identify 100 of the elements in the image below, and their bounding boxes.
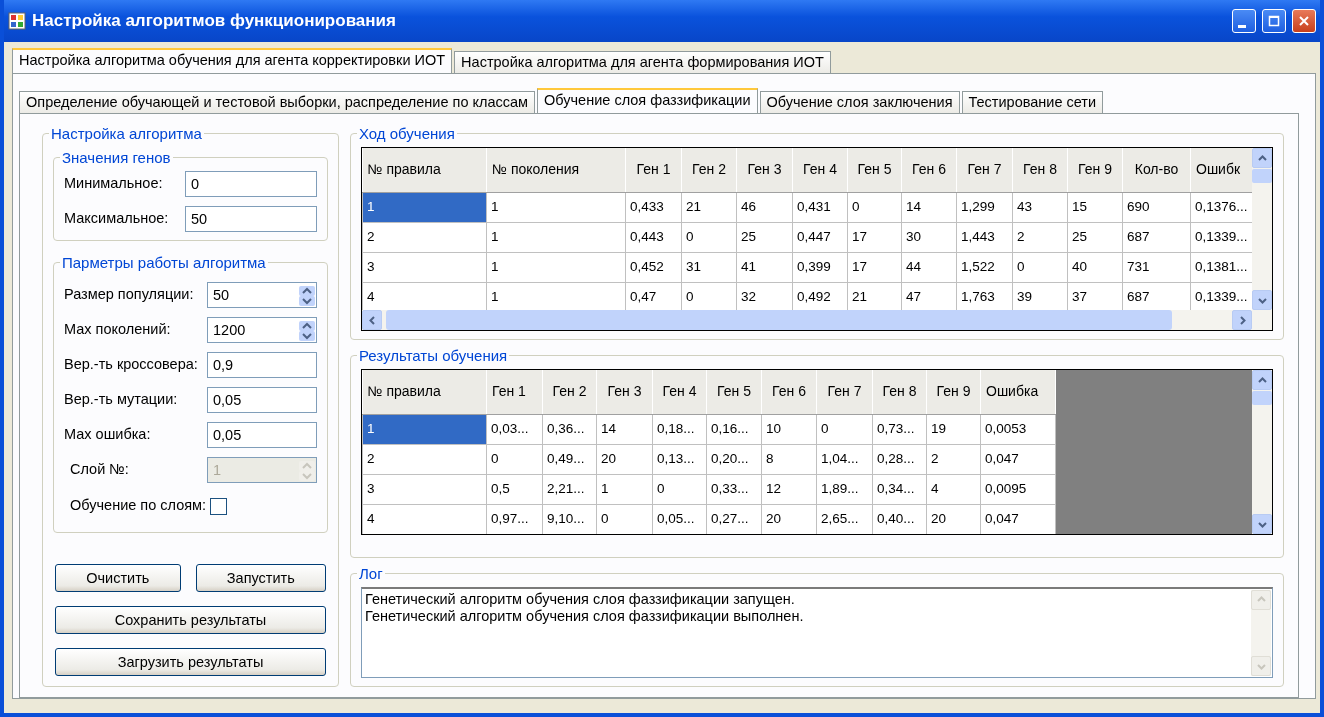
input-field[interactable]: 0,05 (207, 387, 317, 414)
close-button[interactable] (1292, 9, 1316, 33)
table-cell: 0,16... (706, 414, 762, 444)
table-cell: 44 (901, 252, 957, 282)
table-cell: 4 (926, 474, 981, 504)
action-button[interactable]: Очистить (55, 564, 181, 592)
table-cell: 0,431 (792, 192, 848, 222)
column-header: Ген 1 (486, 370, 543, 414)
table-cell: 0,36... (542, 414, 597, 444)
table-cell: 0,0095 (980, 474, 1056, 504)
action-button[interactable]: Загрузить результаты (55, 648, 326, 676)
table-cell: 25 (736, 222, 793, 252)
window-title: Настройка алгоритмов функционирования (32, 10, 397, 33)
spin-buttons[interactable] (299, 320, 315, 341)
field-label: Мах ошибка: (64, 425, 152, 445)
table-cell: 0 (486, 444, 543, 474)
column-header: Ошибка (980, 370, 1056, 414)
input-field[interactable]: 50 (185, 206, 317, 233)
table-cell: 0,433 (625, 192, 682, 222)
field-label: Вер.-ть кроссовера: (64, 355, 199, 375)
column-header: № поколения (486, 148, 626, 192)
table-cell: 0,03... (486, 414, 543, 444)
table-cell: 731 (1122, 252, 1191, 282)
group-title: Результаты обучения (358, 348, 509, 363)
minimize-button[interactable] (1232, 9, 1256, 33)
field-label: Вер.-ть мутации: (64, 390, 179, 410)
table-cell: 1,443 (956, 222, 1013, 252)
table-cell: 0,047 (980, 444, 1056, 474)
scrollbar-thumb[interactable] (385, 310, 1172, 330)
table-cell: 0,452 (625, 252, 682, 282)
group-title: Парметры работы алгоритма (61, 255, 267, 271)
table-cell: 1 (362, 414, 487, 444)
chevron-down-icon (1257, 519, 1267, 529)
column-header: Ген 3 (596, 370, 653, 414)
column-header: Ген 5 (706, 370, 762, 414)
column-header: Ошибк (1190, 148, 1252, 192)
scroll-down-button[interactable] (1252, 290, 1272, 310)
input-field[interactable]: 0,9 (207, 352, 317, 379)
spin-buttons[interactable] (299, 285, 315, 306)
chevron-left-icon (367, 315, 377, 325)
table-cell: 1,04... (816, 444, 873, 474)
tab[interactable]: Обучение слоя заключения (759, 91, 960, 113)
table-cell: 21 (681, 192, 737, 222)
scroll-right-button[interactable] (1232, 310, 1252, 330)
table-cell: 20 (596, 444, 653, 474)
scrollbar-thumb[interactable] (1252, 391, 1272, 405)
table-cell: 1 (362, 192, 487, 222)
table-cell: 0,33... (706, 474, 762, 504)
table-cell: 14 (901, 192, 957, 222)
group-title: Настройка алгоритма (50, 126, 203, 141)
close-icon (1298, 15, 1310, 27)
scroll-up-button[interactable] (1252, 370, 1272, 390)
input-field[interactable]: 0,05 (207, 422, 317, 449)
table-cell: 46 (736, 192, 793, 222)
input-field[interactable]: 0 (185, 171, 317, 198)
table-cell: 0,447 (792, 222, 848, 252)
table-cell: 1,522 (956, 252, 1013, 282)
table-cell: 0 (847, 192, 902, 222)
table-cell: 8 (761, 444, 817, 474)
column-header: № правила (362, 148, 487, 192)
table-cell: 1 (486, 222, 626, 252)
tab[interactable]: Тестирование сети (961, 91, 1104, 113)
checkbox-label: Обучение по слоям: (70, 496, 207, 516)
table-cell: 0 (681, 222, 737, 252)
action-button[interactable]: Запустить (195, 564, 326, 592)
table-cell: 0,13... (652, 444, 707, 474)
spin-buttons (299, 460, 315, 481)
maximize-button[interactable] (1262, 9, 1286, 33)
table-cell: 0,399 (792, 252, 848, 282)
table-cell: 0 (1012, 252, 1068, 282)
tab[interactable]: Настройка алгоритма обучения для агента корректировки ИОТ (12, 48, 453, 73)
table-cell: 41 (736, 252, 793, 282)
scroll-down-button[interactable] (1252, 514, 1272, 534)
table-cell: 2,21... (542, 474, 597, 504)
table-cell: 0,18... (652, 414, 707, 444)
table-cell: 690 (1122, 192, 1191, 222)
tab[interactable]: Определение обучающей и тестовой выборки, распределение по классам (19, 91, 536, 113)
column-header: Ген 1 (625, 148, 682, 192)
tab[interactable]: Обучение слоя фаззификации (537, 88, 758, 113)
table-cell: 0 (652, 474, 707, 504)
column-header: Ген 2 (542, 370, 597, 414)
column-header: Ген 7 (816, 370, 873, 414)
scrollbar-thumb[interactable] (1252, 169, 1272, 183)
field-label: Мах поколений: (64, 320, 172, 340)
action-button[interactable]: Сохранить результаты (55, 606, 326, 634)
table-cell: 0,34... (872, 474, 927, 504)
table-cell: 15 (1067, 192, 1123, 222)
scroll-left-button[interactable] (362, 310, 382, 330)
log-field[interactable]: Генетический алгоритм обучения слоя фаззификации запущен. Генетический алгоритм обучения слоя фаззификации выполнен. (361, 586, 1273, 678)
app-icon (8, 12, 26, 30)
table-cell: 2 (926, 444, 981, 474)
column-header: Ген 2 (681, 148, 737, 192)
checkbox[interactable] (209, 497, 227, 515)
field-label: Максимальное: (64, 209, 170, 229)
scroll-up-button[interactable] (1252, 148, 1272, 168)
table-cell: 43 (1012, 192, 1068, 222)
column-header: № правила (362, 370, 487, 414)
table-cell: 2 (362, 222, 487, 252)
table-cell: 12 (761, 474, 817, 504)
tab[interactable]: Настройка алгоритма для агента формирования ИОТ (454, 51, 831, 73)
